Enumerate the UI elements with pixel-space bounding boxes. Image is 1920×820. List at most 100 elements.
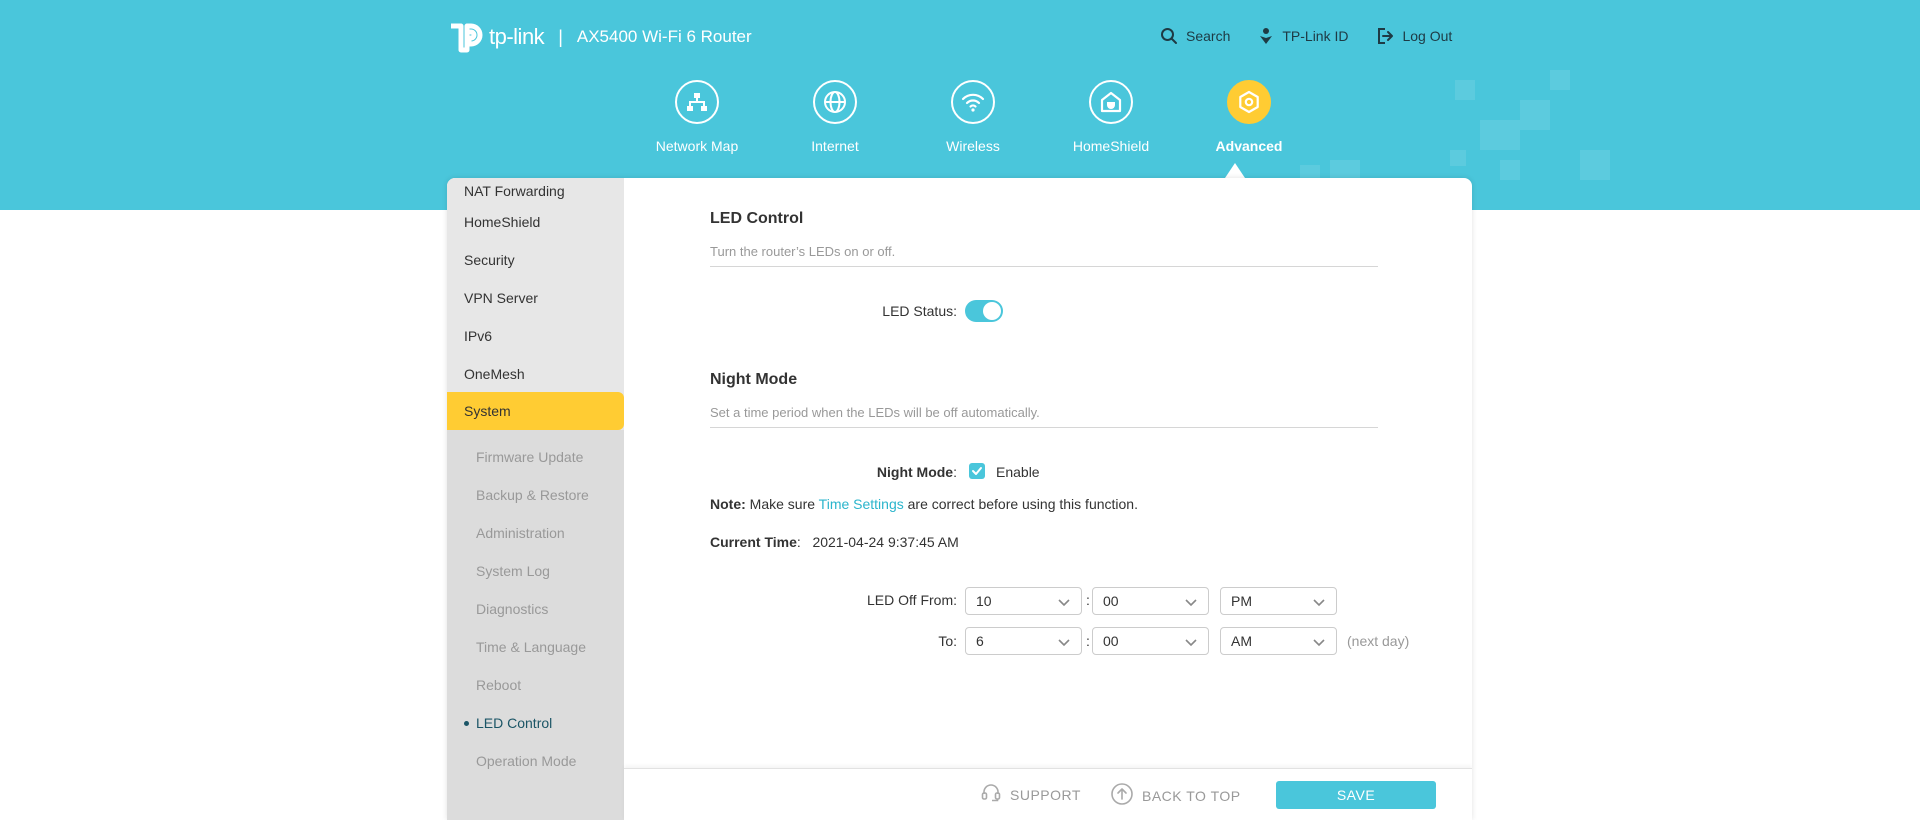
- chevron-down-icon: [1185, 639, 1197, 647]
- next-day-hint: (next day): [1347, 633, 1410, 649]
- to-hour-select[interactable]: 6: [965, 627, 1082, 655]
- section-divider: [710, 427, 1378, 428]
- time-separator: :: [1086, 633, 1090, 649]
- logout-link[interactable]: Log Out: [1376, 27, 1452, 45]
- content-card: NAT Forwarding HomeShield Security VPN S…: [447, 178, 1472, 820]
- sidebar-subitem-firmware-update[interactable]: Firmware Update: [447, 438, 624, 476]
- time-settings-link[interactable]: Time Settings: [819, 496, 904, 512]
- from-minute-value: 00: [1103, 593, 1119, 609]
- tplink-id-link[interactable]: TP-Link ID: [1258, 27, 1348, 45]
- to-minute-value: 00: [1103, 633, 1119, 649]
- brand-name: tp-link: [489, 24, 545, 49]
- section-divider: [710, 266, 1378, 267]
- night-mode-description: Set a time period when the LEDs will be …: [710, 405, 1040, 420]
- wifi-icon: [951, 80, 995, 124]
- to-period-value: AM: [1231, 633, 1252, 649]
- current-item-dot: [464, 721, 469, 726]
- from-hour-select[interactable]: 10: [965, 587, 1082, 615]
- header-separator: |: [558, 26, 563, 47]
- to-minute-select[interactable]: 00: [1092, 627, 1209, 655]
- night-mode-label-text: Night Mode: [876, 464, 954, 480]
- globe-icon: [813, 80, 857, 124]
- chevron-down-icon: [1058, 599, 1070, 607]
- check-icon: [972, 467, 982, 475]
- sidebar-item-security[interactable]: Security: [447, 241, 624, 279]
- nav-wireless[interactable]: Wireless: [904, 80, 1042, 154]
- current-time-colon: :: [796, 534, 801, 550]
- sidebar-subitem-label: LED Control: [476, 715, 553, 731]
- footer-bar: SUPPORT BACK TO TOP SAVE: [624, 768, 1472, 820]
- sidebar-subitem-system-log[interactable]: System Log: [447, 552, 624, 590]
- chevron-down-icon: [1313, 599, 1325, 607]
- tplink-id-icon: [1258, 27, 1274, 45]
- search-link[interactable]: Search: [1160, 27, 1230, 45]
- support-label: SUPPORT: [1010, 786, 1081, 803]
- active-nav-caret: [1225, 163, 1245, 178]
- sidebar-item-vpn-server[interactable]: VPN Server: [447, 279, 624, 317]
- network-map-icon: [675, 80, 719, 124]
- sidebar-subitem-reboot[interactable]: Reboot: [447, 666, 624, 704]
- enable-label: Enable: [996, 464, 1040, 480]
- save-button[interactable]: SAVE: [1276, 781, 1436, 809]
- chevron-down-icon: [1185, 599, 1197, 607]
- nav-internet[interactable]: Internet: [766, 80, 904, 154]
- sidebar-item-ipv6[interactable]: IPv6: [447, 317, 624, 355]
- nav-advanced[interactable]: Advanced: [1180, 80, 1318, 154]
- nav-label: Wireless: [946, 138, 1000, 154]
- current-time-value: 2021-04-24 9:37:45 AM: [812, 534, 959, 550]
- back-to-top-label: BACK TO TOP: [1142, 787, 1241, 804]
- to-label: To:: [938, 633, 957, 649]
- night-mode-label-colon: :: [953, 464, 957, 480]
- nav-homeshield[interactable]: HomeShield: [1042, 80, 1180, 154]
- chevron-down-icon: [1058, 639, 1070, 647]
- led-status-toggle[interactable]: [965, 300, 1003, 322]
- time-separator: :: [1086, 592, 1090, 608]
- note-text-after: are correct before using this function.: [903, 496, 1138, 512]
- model-name: AX5400 Wi-Fi 6 Router: [576, 27, 752, 46]
- back-to-top-button[interactable]: BACK TO TOP: [1110, 782, 1241, 809]
- arrow-up-circle-icon: [1110, 782, 1134, 809]
- note-prefix: Note:: [710, 496, 746, 512]
- current-time-label: Current Time: [710, 534, 797, 550]
- search-icon: [1160, 27, 1178, 45]
- led-control-description: Turn the router’s LEDs on or off.: [710, 244, 896, 259]
- sidebar-subitem-led-control[interactable]: LED Control: [447, 704, 624, 742]
- nav-label: Internet: [811, 138, 859, 154]
- tplink-logo-icon: [447, 18, 485, 56]
- night-mode-checkbox[interactable]: [969, 463, 985, 479]
- sidebar-subitem-backup-restore[interactable]: Backup & Restore: [447, 476, 624, 514]
- nav-label: HomeShield: [1072, 138, 1150, 154]
- from-period-value: PM: [1231, 593, 1252, 609]
- headset-icon: [980, 782, 1002, 807]
- main-panel: LED Control Turn the router’s LEDs on or…: [624, 178, 1472, 820]
- sidebar-subitem-time-language[interactable]: Time & Language: [447, 628, 624, 666]
- main-nav: Network Map Internet Wireless HomeShield…: [628, 80, 1318, 154]
- to-period-select[interactable]: AM: [1220, 627, 1337, 655]
- sidebar-subitem-administration[interactable]: Administration: [447, 514, 624, 552]
- to-hour-value: 6: [976, 633, 984, 649]
- night-mode-label: Night Mode:: [877, 464, 957, 480]
- led-off-from-label: LED Off From:: [867, 592, 957, 608]
- toggle-knob: [983, 302, 1001, 320]
- led-status-label: LED Status:: [882, 303, 957, 319]
- sidebar-subitem-operation-mode[interactable]: Operation Mode: [447, 742, 624, 780]
- nav-network-map[interactable]: Network Map: [628, 80, 766, 154]
- chevron-down-icon: [1313, 639, 1325, 647]
- nav-label: Network Map: [655, 138, 739, 154]
- night-mode-note: Note: Make sure Time Settings are correc…: [710, 496, 1138, 512]
- search-label: Search: [1186, 28, 1231, 44]
- current-time: Current Time: 2021-04-24 9:37:45 AM: [710, 534, 959, 550]
- led-control-title: LED Control: [710, 210, 804, 227]
- homeshield-icon: [1089, 80, 1133, 124]
- top-links: Search TP-Link ID Log Out: [1160, 27, 1452, 45]
- nav-label: Advanced: [1215, 138, 1283, 154]
- sidebar-item-onemesh[interactable]: OneMesh: [447, 355, 624, 393]
- support-button[interactable]: SUPPORT: [980, 782, 1081, 807]
- from-minute-select[interactable]: 00: [1092, 587, 1209, 615]
- from-period-select[interactable]: PM: [1220, 587, 1337, 615]
- sidebar-item-homeshield[interactable]: HomeShield: [447, 203, 624, 241]
- from-hour-value: 10: [976, 593, 992, 609]
- sidebar-item-system[interactable]: System: [447, 392, 624, 430]
- sidebar-subitem-diagnostics[interactable]: Diagnostics: [447, 590, 624, 628]
- gear-icon: [1227, 80, 1271, 124]
